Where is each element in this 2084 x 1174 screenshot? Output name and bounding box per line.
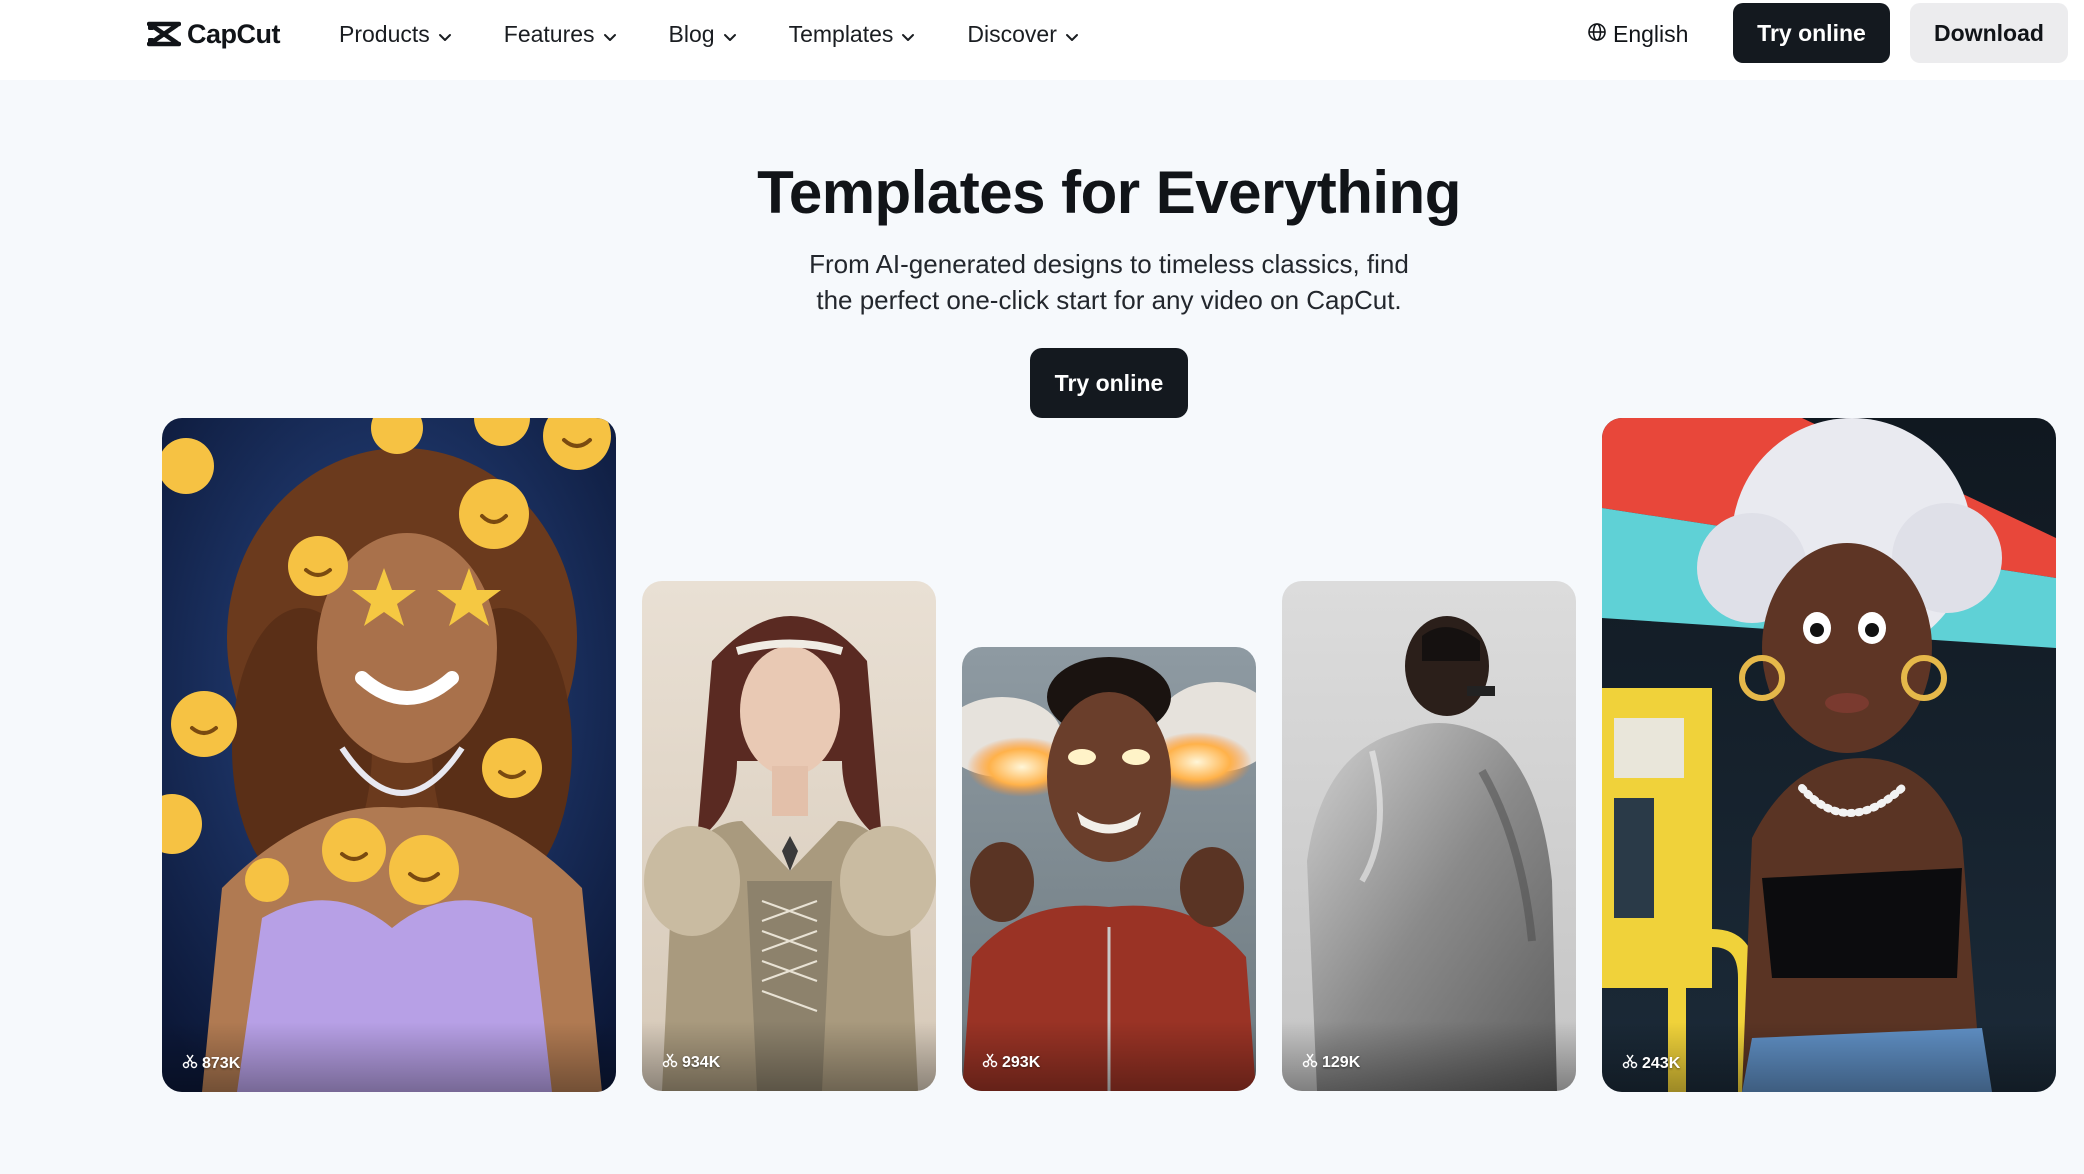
nav-item-blog[interactable]: Blog xyxy=(669,21,737,48)
download-button[interactable]: Download xyxy=(1910,3,2068,63)
chevron-down-icon xyxy=(438,21,452,48)
capcut-logo[interactable]: CapCut xyxy=(147,14,281,54)
logo-text: CapCut xyxy=(187,18,281,49)
page-title: Templates for Everything xyxy=(757,159,1461,226)
template-card[interactable]: 129K xyxy=(1282,581,1576,1091)
language-label: English xyxy=(1613,20,1689,47)
nav-item-products[interactable]: Products xyxy=(339,21,452,48)
scissors-icon xyxy=(182,1053,198,1074)
usage-count: 873K xyxy=(182,1053,240,1074)
template-thumbnail xyxy=(162,418,616,1092)
hero-subtitle-line: From AI-generated designs to timeless cl… xyxy=(809,249,1409,279)
try-online-button[interactable]: Try online xyxy=(1733,3,1890,63)
scissors-icon xyxy=(662,1052,678,1073)
nav-item-label: Templates xyxy=(788,20,894,47)
template-card[interactable]: 873K xyxy=(162,418,616,1092)
main-menu: Products Features Blog Templates Discove… xyxy=(339,14,1131,54)
template-thumbnail xyxy=(642,581,936,1091)
template-card[interactable]: 934K xyxy=(642,581,936,1091)
scissors-icon xyxy=(982,1052,998,1073)
template-thumbnail xyxy=(1602,418,2056,1092)
nav-item-label: Discover xyxy=(967,20,1057,47)
nav-item-templates[interactable]: Templates xyxy=(789,21,916,48)
hero-subtitle-line: the perfect one-click start for any vide… xyxy=(816,285,1402,315)
usage-count-value: 934K xyxy=(682,1053,721,1071)
chevron-down-icon xyxy=(603,21,617,48)
scissors-icon xyxy=(1622,1053,1638,1074)
hero-try-online-button[interactable]: Try online xyxy=(1030,348,1188,418)
template-card[interactable]: 243K xyxy=(1602,418,2056,1092)
usage-count: 129K xyxy=(1302,1052,1360,1073)
nav-item-features[interactable]: Features xyxy=(504,21,617,48)
usage-count-value: 243K xyxy=(1642,1054,1681,1072)
usage-count-value: 293K xyxy=(1002,1053,1041,1071)
hero-subtitle: From AI-generated designs to timeless cl… xyxy=(759,246,1459,318)
usage-count-value: 129K xyxy=(1322,1053,1361,1071)
chevron-down-icon xyxy=(723,21,737,48)
usage-count: 934K xyxy=(662,1052,720,1073)
usage-count: 293K xyxy=(982,1052,1040,1073)
language-selector[interactable]: English xyxy=(1587,14,1688,54)
usage-count-value: 873K xyxy=(202,1054,241,1072)
usage-count: 243K xyxy=(1622,1053,1680,1074)
scissors-icon xyxy=(1302,1052,1318,1073)
nav-item-label: Blog xyxy=(668,20,715,47)
globe-icon xyxy=(1587,21,1607,48)
nav-item-discover[interactable]: Discover xyxy=(967,21,1078,48)
nav-item-label: Products xyxy=(339,20,430,47)
chevron-down-icon xyxy=(1065,21,1079,48)
capcut-logo-icon xyxy=(147,21,181,47)
chevron-down-icon xyxy=(901,21,915,48)
template-thumbnail xyxy=(1282,581,1576,1091)
template-card[interactable]: 293K xyxy=(962,647,1256,1091)
top-navigation: CapCut Products Features Blog Templates xyxy=(0,0,2084,80)
nav-item-label: Features xyxy=(503,20,595,47)
